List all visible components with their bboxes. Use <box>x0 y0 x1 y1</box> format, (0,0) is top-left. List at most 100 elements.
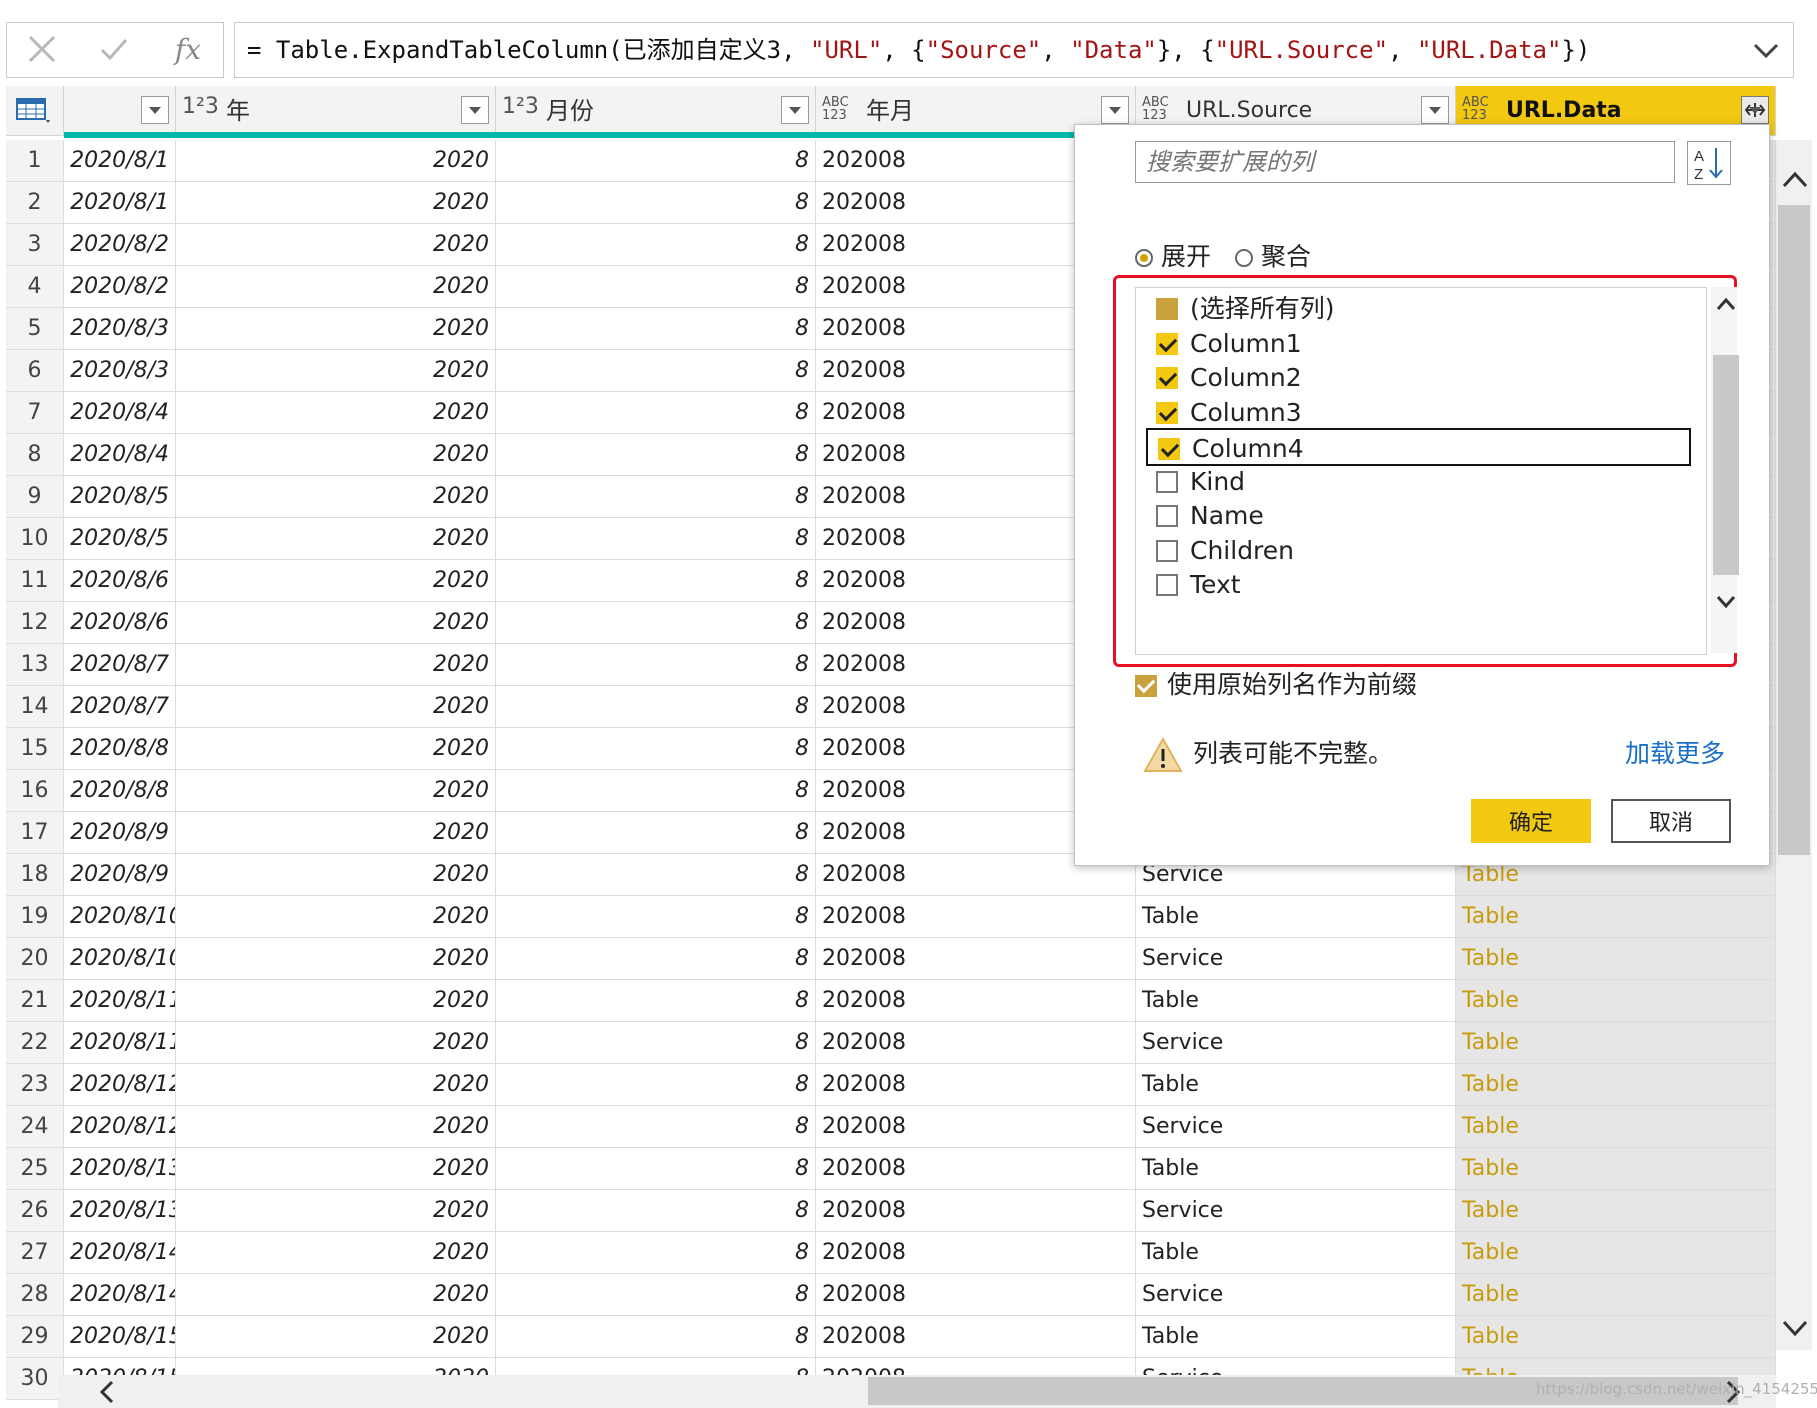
table-row[interactable]: 29 2020/8/15 2020 8 202008 Table Table <box>6 1316 1776 1358</box>
cell-url-data[interactable]: Table <box>1456 1106 1776 1147</box>
table-row[interactable]: 21 2020/8/11 2020 8 202008 Table Table <box>6 980 1776 1022</box>
checklist-item-label: (选择所有列) <box>1190 294 1335 323</box>
cell-date: 2020/8/7 <box>64 644 176 685</box>
cell-url-data[interactable]: Table <box>1456 896 1776 937</box>
column-header-label: 年 <box>226 97 250 125</box>
table-menu-button[interactable] <box>6 86 64 136</box>
checkbox[interactable] <box>1156 470 1178 493</box>
table-row[interactable]: 26 2020/8/13 2020 8 202008 Service Table <box>6 1190 1776 1232</box>
list-scroll-down-icon[interactable] <box>1715 593 1737 611</box>
checkbox[interactable] <box>1156 505 1178 527</box>
cell-url-data[interactable]: Table <box>1456 1064 1776 1105</box>
column-filter-button[interactable] <box>141 96 169 124</box>
close-icon[interactable] <box>17 29 67 69</box>
checklist-item[interactable]: Column3 <box>1146 394 1691 432</box>
cell-url-source: Service <box>1136 1106 1456 1147</box>
checkbox[interactable] <box>1156 539 1178 562</box>
prefix-checkbox[interactable] <box>1135 675 1157 697</box>
table-row[interactable]: 24 2020/8/12 2020 8 202008 Service Table <box>6 1106 1776 1148</box>
table-row[interactable]: 20 2020/8/10 2020 8 202008 Service Table <box>6 938 1776 980</box>
cell-month: 8 <box>496 1190 816 1231</box>
checkbox[interactable] <box>1156 298 1178 320</box>
formula-text[interactable]: = Table.ExpandTableColumn(已添加自定义3, "URL"… <box>247 23 1590 77</box>
table-row[interactable]: 28 2020/8/14 2020 8 202008 Service Table <box>6 1274 1776 1316</box>
cell-year: 2020 <box>176 518 496 559</box>
ok-button[interactable]: 确定 <box>1471 799 1591 843</box>
cell-month: 8 <box>496 686 816 727</box>
checklist-item[interactable]: (选择所有列) <box>1146 290 1691 328</box>
cell-url-data[interactable]: Table <box>1456 1148 1776 1189</box>
number-type-icon[interactable]: 1²3 <box>502 96 539 118</box>
checklist-item[interactable]: Name <box>1146 497 1691 535</box>
column-header-month[interactable]: 1²3 月份 <box>496 86 816 136</box>
table-row[interactable]: 25 2020/8/13 2020 8 202008 Table Table <box>6 1148 1776 1190</box>
check-icon[interactable] <box>89 29 139 69</box>
cell-year: 2020 <box>176 140 496 181</box>
checkbox[interactable] <box>1156 574 1178 596</box>
row-number: 9 <box>6 476 64 517</box>
cell-year: 2020 <box>176 728 496 769</box>
row-number: 24 <box>6 1106 64 1147</box>
cell-url-data[interactable]: Table <box>1456 1274 1776 1315</box>
cell-url-data[interactable]: Table <box>1456 1232 1776 1273</box>
row-number: 29 <box>6 1316 64 1357</box>
checkbox[interactable] <box>1156 332 1178 355</box>
scroll-left-icon[interactable] <box>96 1378 118 1406</box>
sort-button[interactable]: A Z <box>1687 141 1731 185</box>
checkbox[interactable] <box>1156 401 1178 424</box>
cell-url-data[interactable]: Table <box>1456 1190 1776 1231</box>
checklist-item-label: Name <box>1190 501 1264 530</box>
number-type-icon[interactable]: 1²3 <box>182 96 219 118</box>
cell-url-data[interactable]: Table <box>1456 980 1776 1021</box>
any-type-icon[interactable]: ABC 123 <box>822 96 850 122</box>
checklist-item[interactable]: Column4 <box>1146 428 1691 466</box>
checklist-item[interactable]: Text <box>1146 566 1691 604</box>
cell-year: 2020 <box>176 938 496 979</box>
column-header-year[interactable]: 1²3 年 <box>176 86 496 136</box>
fx-icon[interactable]: fx <box>163 29 213 69</box>
checklist-item-label: Column2 <box>1190 363 1302 392</box>
scroll-down-icon[interactable] <box>1780 1318 1810 1340</box>
row-number: 3 <box>6 224 64 265</box>
cell-url-data[interactable]: Table <box>1456 938 1776 979</box>
scroll-up-icon[interactable] <box>1780 168 1810 190</box>
checkbox[interactable] <box>1156 367 1178 389</box>
radio-indicator[interactable] <box>1235 249 1253 267</box>
radio-indicator[interactable] <box>1135 249 1153 267</box>
radio-expand[interactable]: 展开 <box>1135 241 1211 273</box>
table-row[interactable]: 22 2020/8/11 2020 8 202008 Service Table <box>6 1022 1776 1064</box>
column-filter-button[interactable] <box>1101 96 1129 124</box>
search-input[interactable] <box>1135 141 1675 183</box>
svg-text:A: A <box>1694 148 1704 165</box>
list-scroll-up-icon[interactable] <box>1715 295 1737 313</box>
cell-month: 8 <box>496 938 816 979</box>
cell-date: 2020/8/1 <box>64 140 176 181</box>
column-filter-button[interactable] <box>781 96 809 124</box>
table-row[interactable]: 19 2020/8/10 2020 8 202008 Table Table <box>6 896 1776 938</box>
load-more-link[interactable]: 加载更多 <box>1625 733 1725 775</box>
column-filter-button[interactable] <box>1421 96 1449 124</box>
table-row[interactable]: 27 2020/8/14 2020 8 202008 Table Table <box>6 1232 1776 1274</box>
list-scroll-thumb[interactable] <box>1713 355 1739 575</box>
cell-url-data[interactable]: Table <box>1456 1316 1776 1357</box>
checklist-item-label: Kind <box>1190 466 1246 496</box>
checklist-item[interactable]: Column1 <box>1146 325 1691 363</box>
radio-aggregate[interactable]: 聚合 <box>1235 241 1311 273</box>
any-type-icon[interactable]: ABC 123 <box>1142 96 1170 122</box>
column-header-date[interactable] <box>64 86 176 136</box>
checkbox[interactable] <box>1158 438 1180 460</box>
checklist-item[interactable]: Column2 <box>1146 359 1691 397</box>
formula-input[interactable]: = Table.ExpandTableColumn(已添加自定义3, "URL"… <box>234 22 1794 78</box>
column-filter-button[interactable] <box>461 96 489 124</box>
table-row[interactable]: 23 2020/8/12 2020 8 202008 Table Table <box>6 1064 1776 1106</box>
row-number: 14 <box>6 686 64 727</box>
vertical-scroll-thumb[interactable] <box>1778 205 1810 855</box>
checklist-item[interactable]: Children <box>1146 532 1691 570</box>
cell-url-data[interactable]: Table <box>1456 1022 1776 1063</box>
chevron-down-icon[interactable] <box>1749 33 1783 67</box>
cancel-button[interactable]: 取消 <box>1611 799 1731 843</box>
prefix-checkbox-row[interactable]: 使用原始列名作为前缀 <box>1135 667 1417 703</box>
checklist-item[interactable]: Kind <box>1146 463 1691 501</box>
any-type-icon[interactable]: ABC 123 <box>1462 96 1490 122</box>
expand-column-button[interactable] <box>1741 96 1769 124</box>
